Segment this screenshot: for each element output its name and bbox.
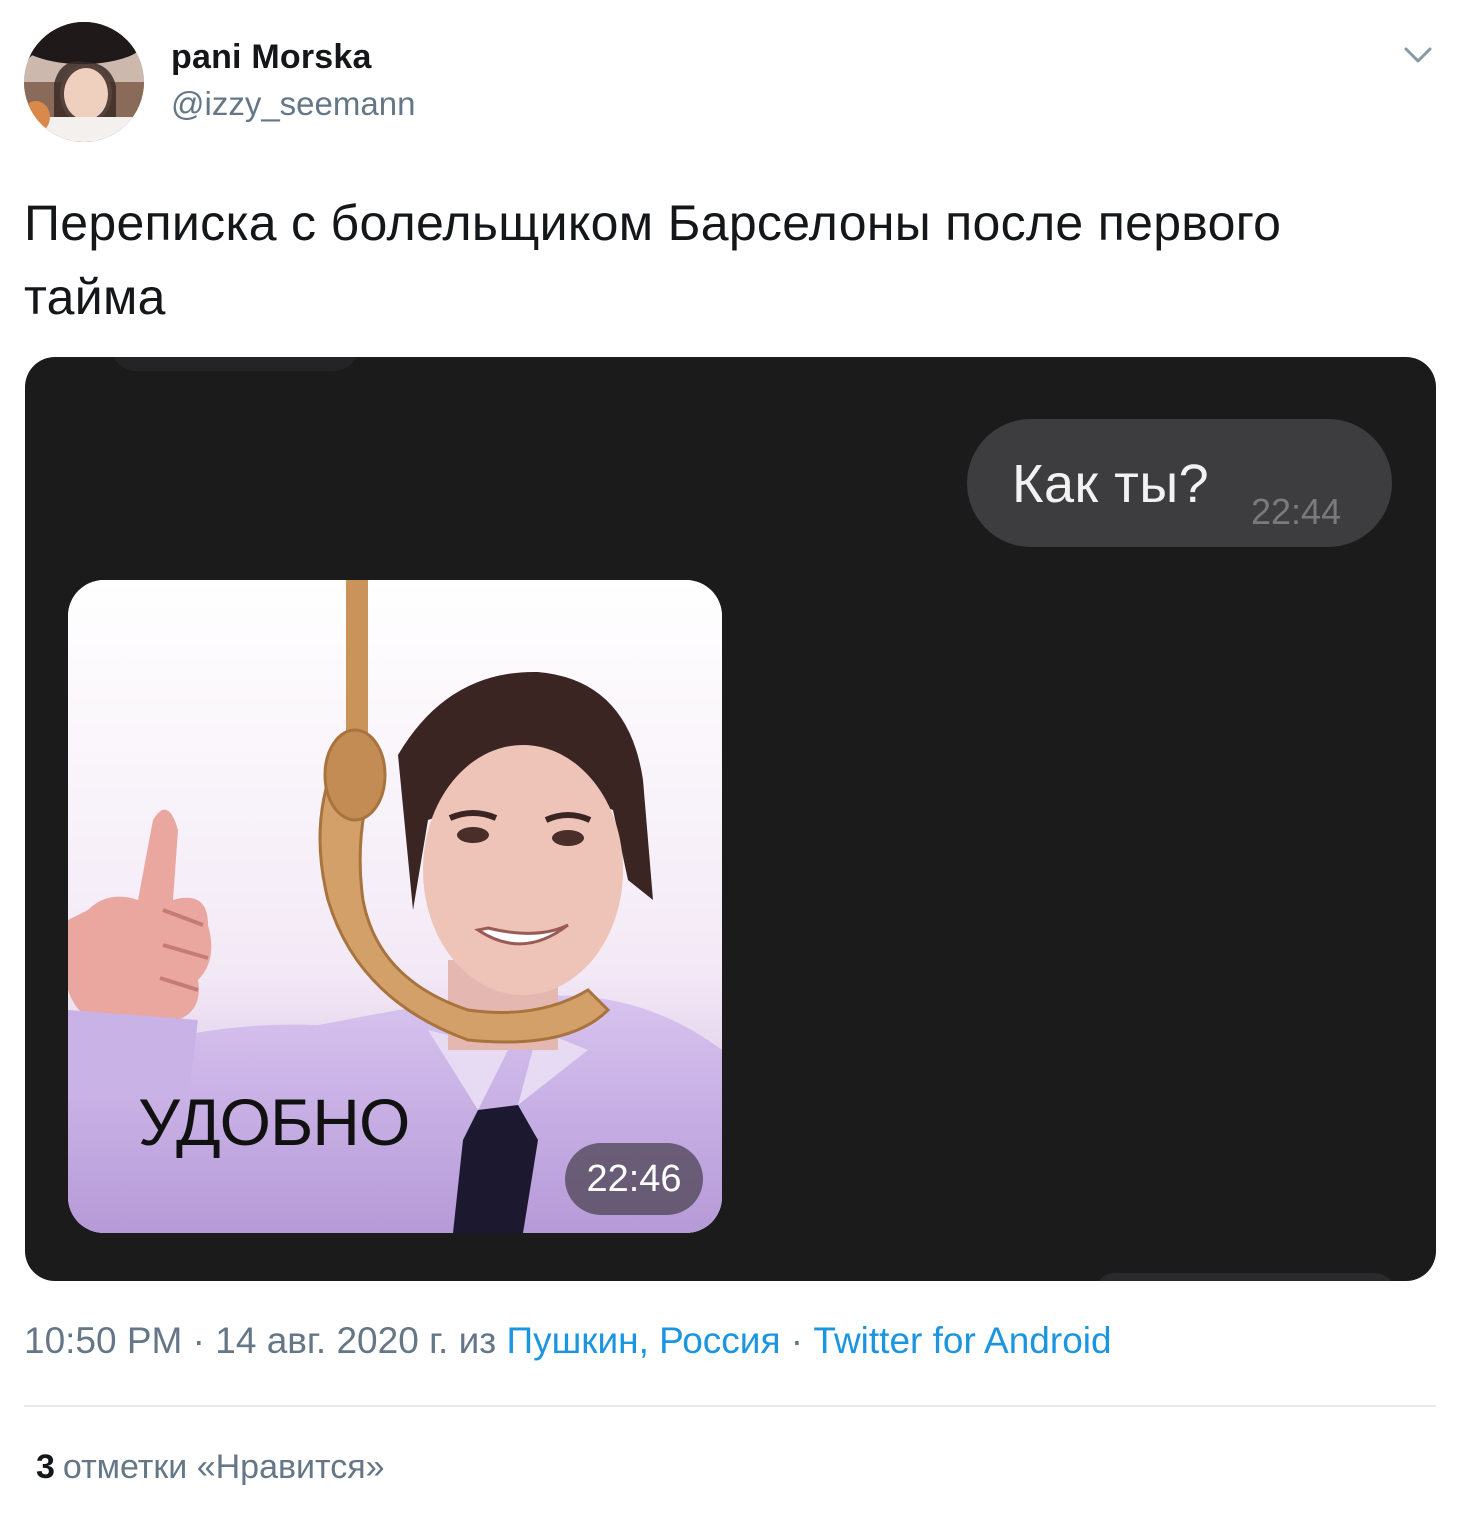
tweet-source-link[interactable]: Twitter for Android: [813, 1320, 1111, 1361]
tweet-date[interactable]: 14 авг. 2020 г.: [215, 1320, 448, 1361]
outgoing-message-text: Как ты?: [1012, 454, 1210, 514]
tweet-time[interactable]: 10:50 PM: [24, 1320, 182, 1361]
tweet-meta: 10:50 PM · 14 авг. 2020 г. из Пушкин, Ро…: [24, 1320, 1112, 1362]
divider: [24, 1405, 1436, 1407]
likes-count: 3: [36, 1448, 55, 1486]
meta-from: из: [448, 1320, 507, 1361]
chevron-down-icon[interactable]: [1400, 36, 1436, 72]
sticker-time-badge: 22:46: [565, 1143, 703, 1215]
chat-date-pill: [110, 357, 360, 371]
likes-link[interactable]: 3 отметки «Нравится»: [36, 1448, 385, 1487]
tweet-location-link[interactable]: Пушкин, Россия: [507, 1320, 781, 1361]
avatar-photo-icon: [24, 22, 144, 142]
sticker-caption: УДОБНО: [138, 1085, 410, 1159]
user-handle[interactable]: @izzy_seemann: [171, 85, 415, 123]
outgoing-message-bubble: Как ты? 22:44: [967, 419, 1392, 547]
tweet-media-image[interactable]: Как ты? 22:44 УДОБНО 22:46: [25, 357, 1436, 1281]
chat-input-pill: [1095, 1273, 1395, 1281]
display-name[interactable]: pani Morska: [171, 38, 372, 77]
outgoing-message-time: 22:44: [1251, 491, 1342, 532]
tweet-text: Переписка с болельщиком Барселоны после …: [24, 195, 1282, 325]
meta-separator: ·: [780, 1320, 814, 1361]
sticker-message: УДОБНО 22:46: [68, 580, 722, 1233]
meta-separator: ·: [182, 1320, 216, 1361]
user-avatar[interactable]: [24, 22, 144, 142]
likes-label: отметки «Нравится»: [62, 1448, 385, 1486]
tweet-header: pani Morska @izzy_seemann: [24, 20, 1436, 144]
